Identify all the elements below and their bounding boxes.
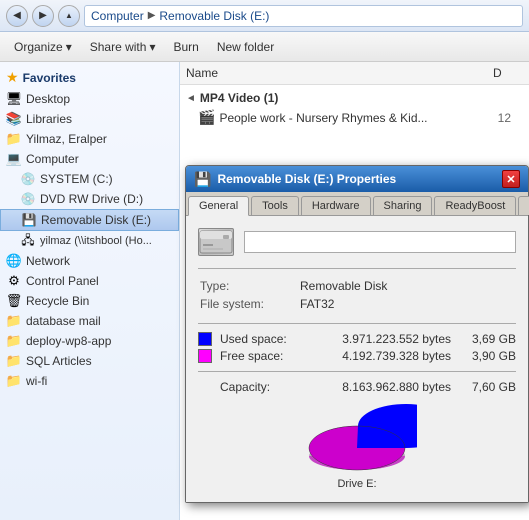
used-bytes: 3.971.223.552 bytes: [341, 332, 451, 346]
dialog-drive-icon: 💾: [194, 171, 211, 188]
capacity-bytes: 8.163.962.880 bytes: [341, 380, 451, 394]
dialog-content: Type: Removable Disk File system: FAT32 …: [186, 216, 528, 502]
divider-1: [198, 268, 516, 269]
type-value: Removable Disk: [298, 277, 516, 295]
used-space-row: Used space: 3.971.223.552 bytes 3,69 GB: [198, 332, 516, 346]
tab-sharing[interactable]: Sharing: [373, 196, 433, 215]
capacity-gb: 7,60 GB: [471, 380, 516, 394]
dialog-tabs: General Tools Hardware Sharing ReadyBoos…: [186, 192, 528, 216]
filesystem-label: File system:: [198, 295, 298, 313]
used-label: Used space:: [220, 332, 341, 346]
pie-chart-area: Drive E:: [198, 404, 516, 490]
divider-2: [198, 323, 516, 324]
used-color-box: [198, 332, 212, 346]
dialog-close-button[interactable]: ✕: [502, 170, 520, 188]
dialog-title: Removable Disk (E:) Properties: [217, 172, 396, 186]
tab-hardware[interactable]: Hardware: [301, 196, 371, 215]
filesystem-row: File system: FAT32: [198, 295, 516, 313]
drive-icon-area: [198, 228, 516, 256]
tab-general[interactable]: General: [188, 196, 249, 216]
tab-customize[interactable]: Customiz...: [518, 196, 529, 215]
free-color-box: [198, 349, 212, 363]
properties-dialog: 💾 Removable Disk (E:) Properties ✕ Gener…: [185, 165, 529, 503]
drive-name-input[interactable]: [244, 231, 516, 253]
dialog-titlebar: 💾 Removable Disk (E:) Properties ✕: [186, 166, 528, 192]
drive-e-label: Drive E:: [337, 478, 376, 490]
free-label: Free space:: [220, 349, 341, 363]
filesystem-value: FAT32: [298, 295, 516, 313]
free-gb: 3,90 GB: [471, 349, 516, 363]
properties-table: Type: Removable Disk File system: FAT32: [198, 277, 516, 313]
drive-image: [198, 228, 234, 256]
tab-readyboost[interactable]: ReadyBoost: [434, 196, 516, 215]
explorer-window: ◀ ▶ ▲ Computer ▶ Removable Disk (E:) Org…: [0, 0, 529, 520]
dialog-title-content: 💾 Removable Disk (E:) Properties: [194, 171, 396, 188]
divider-3: [198, 371, 516, 372]
type-row: Type: Removable Disk: [198, 277, 516, 295]
capacity-label: Capacity:: [220, 380, 341, 394]
pie-chart: [297, 404, 417, 474]
dialog-overlay: 💾 Removable Disk (E:) Properties ✕ Gener…: [0, 0, 529, 520]
tab-tools[interactable]: Tools: [251, 196, 299, 215]
used-gb: 3,69 GB: [471, 332, 516, 346]
capacity-row: Capacity: 8.163.962.880 bytes 7,60 GB: [198, 380, 516, 394]
free-bytes: 4.192.739.328 bytes: [341, 349, 451, 363]
type-label: Type:: [198, 277, 298, 295]
free-space-row: Free space: 4.192.739.328 bytes 3,90 GB: [198, 349, 516, 363]
